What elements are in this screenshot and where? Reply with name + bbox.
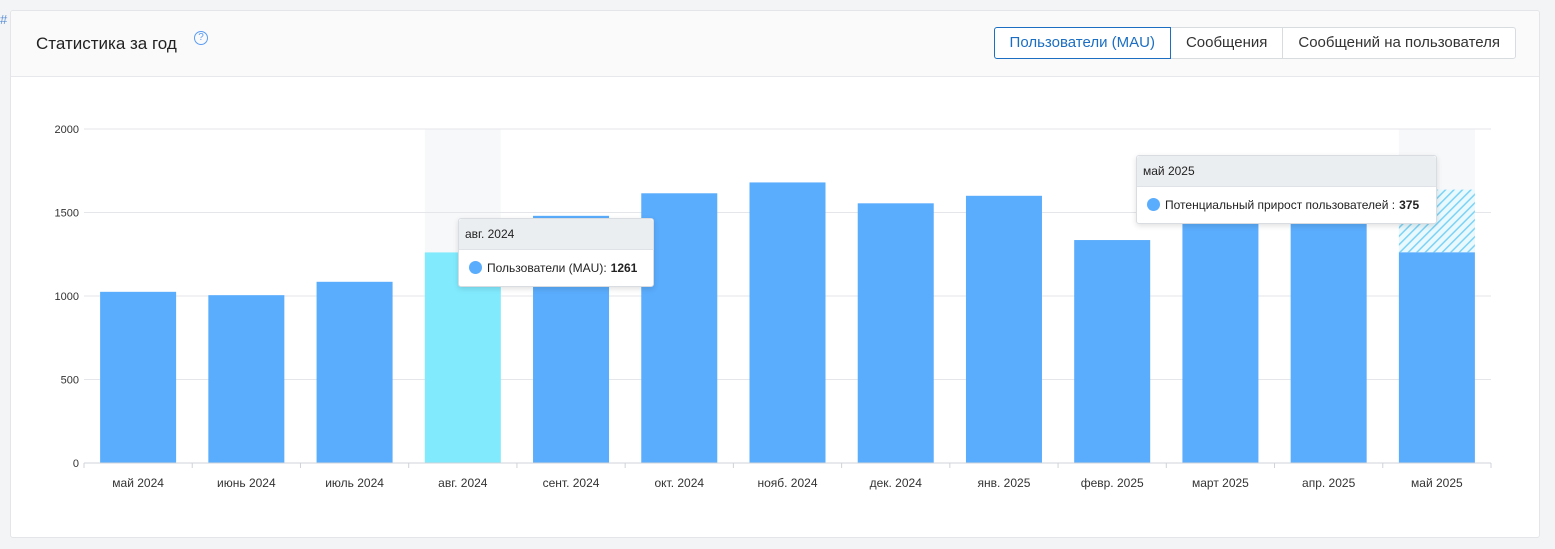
tooltip-aug-2024: авг. 2024 Пользователи (MAU): 1261 <box>458 218 654 287</box>
series-dot-icon <box>1147 198 1160 212</box>
x-tick-label: май 2025 <box>1411 476 1463 490</box>
tooltip-value: 1261 <box>610 261 638 275</box>
tooltip-title: май 2025 <box>1137 156 1436 187</box>
series-dot-icon <box>469 261 482 275</box>
bar <box>1182 214 1259 463</box>
tooltip-label: Потенциальный прирост пользователей : <box>1165 198 1396 212</box>
tooltip-body: Пользователи (MAU): 1261 <box>459 250 653 286</box>
tab-users-mau[interactable]: Пользователи (MAU) <box>993 27 1171 59</box>
bar <box>208 295 285 463</box>
x-tick-label: авг. 2024 <box>438 476 488 490</box>
y-tick-label: 2000 <box>55 124 79 136</box>
x-tick-label: июнь 2024 <box>217 476 276 490</box>
x-tick-label: нояб. 2024 <box>757 476 817 490</box>
bar <box>749 182 826 463</box>
x-tick-label: март 2025 <box>1192 476 1249 490</box>
tooltip-value: 375 <box>1399 198 1420 212</box>
stats-card: Статистика за год ? Пользователи (MAU) С… <box>10 10 1540 538</box>
bar <box>965 195 1042 464</box>
x-tick-label: янв. 2025 <box>978 476 1031 490</box>
x-tick-label: сент. 2024 <box>543 476 600 490</box>
bar <box>1074 240 1151 463</box>
x-tick-label: май 2024 <box>112 476 164 490</box>
bar <box>100 291 177 463</box>
y-tick-label: 500 <box>61 375 79 387</box>
y-tick-label: 1500 <box>55 208 79 220</box>
x-tick-label: окт. 2024 <box>654 476 704 490</box>
bar <box>1398 252 1475 463</box>
y-tick-label: 0 <box>73 458 79 470</box>
x-tick-label: апр. 2025 <box>1302 476 1356 490</box>
bar <box>1290 213 1367 463</box>
bar <box>857 203 934 463</box>
tooltip-body: Потенциальный прирост пользователей :375 <box>1137 187 1436 223</box>
tooltip-may-2025: май 2025 Потенциальный прирост пользоват… <box>1136 155 1437 224</box>
x-tick-label: июль 2024 <box>325 476 384 490</box>
corner-hash-mark: # <box>0 12 8 27</box>
tooltip-title: авг. 2024 <box>459 219 653 250</box>
x-tick-label: дек. 2024 <box>870 476 923 490</box>
users-bar-chart: 0 500 1000 1500 2000 май 2024 июнь 2024 июль 20… <box>55 124 1492 490</box>
y-tick-label: 1000 <box>55 291 79 303</box>
bar <box>316 281 393 463</box>
tooltip-label: Пользователи (MAU): <box>487 261 607 275</box>
x-tick-label: февр. 2025 <box>1081 476 1144 490</box>
